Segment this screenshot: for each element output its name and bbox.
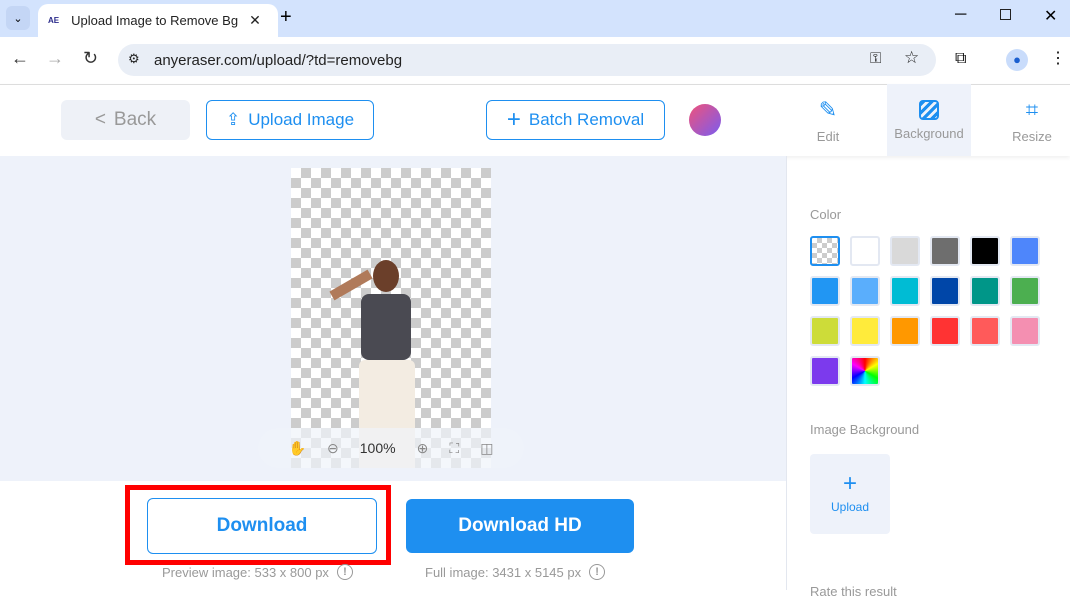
crop-icon: ⌗ bbox=[1025, 96, 1039, 122]
hand-icon[interactable]: ✋ bbox=[289, 440, 306, 457]
upload-background-button[interactable]: + Upload bbox=[810, 454, 890, 534]
menu-icon[interactable]: ⋮ bbox=[1050, 48, 1066, 68]
color-swatch[interactable] bbox=[970, 276, 1000, 306]
profile-icon[interactable]: ● bbox=[1006, 49, 1028, 71]
preview-note: Preview image: 533 x 800 px! bbox=[162, 564, 353, 580]
plus-icon: + bbox=[842, 470, 857, 497]
browser-tab[interactable]: AE Upload Image to Remove Bg ✕ bbox=[38, 4, 278, 37]
color-swatch[interactable] bbox=[1010, 236, 1040, 266]
color-swatch[interactable] bbox=[930, 236, 960, 266]
avatar[interactable] bbox=[689, 104, 721, 136]
tool-resize[interactable]: ⌗ Resize bbox=[990, 84, 1070, 156]
upload-bg-label: Upload bbox=[830, 500, 870, 514]
new-tab-button[interactable]: + bbox=[280, 6, 292, 29]
color-swatch[interactable] bbox=[850, 236, 880, 266]
color-swatch[interactable] bbox=[930, 276, 960, 306]
zoom-toolbar: ✋ ⊖ 100% ⊕ ⛶ ◫ bbox=[258, 428, 524, 468]
tool-edit[interactable]: ✎ Edit bbox=[786, 84, 870, 156]
back-button[interactable]: < Back bbox=[61, 100, 190, 140]
key-icon[interactable]: ⚿ bbox=[870, 50, 881, 67]
tab-bar: ⌄ AE Upload Image to Remove Bg ✕ + ─ ✕ bbox=[0, 0, 1070, 37]
color-swatch[interactable] bbox=[970, 236, 1000, 266]
color-swatch[interactable] bbox=[850, 316, 880, 346]
download-label: Download bbox=[216, 515, 308, 536]
tool-label: Background bbox=[894, 125, 964, 141]
close-icon[interactable]: ✕ bbox=[249, 12, 261, 29]
tool-background[interactable]: Background bbox=[887, 84, 971, 156]
star-icon[interactable]: ☆ bbox=[904, 48, 919, 68]
tool-label: Edit bbox=[816, 128, 840, 144]
site-settings-icon[interactable]: ⚙ bbox=[128, 51, 140, 67]
minimize-button[interactable]: ─ bbox=[955, 6, 966, 24]
color-swatch[interactable] bbox=[890, 316, 920, 346]
color-swatch[interactable] bbox=[930, 316, 960, 346]
tab-title: Upload Image to Remove Bg bbox=[71, 13, 239, 28]
url-text: anyeraser.com/upload/?td=removebg bbox=[154, 51, 403, 69]
zoom-in-icon[interactable]: ⊕ bbox=[417, 440, 429, 457]
compare-icon[interactable]: ◫ bbox=[480, 440, 493, 457]
tab-list-button[interactable]: ⌄ bbox=[6, 6, 30, 30]
preview-size: Preview image: 533 x 800 px bbox=[162, 564, 329, 580]
fit-screen-icon[interactable]: ⛶ bbox=[449, 440, 459, 457]
info-icon[interactable]: ! bbox=[336, 564, 353, 580]
favicon: AE bbox=[48, 16, 60, 25]
color-title: Color bbox=[810, 207, 842, 222]
forward-nav-icon[interactable]: → bbox=[46, 48, 64, 69]
maximize-button[interactable] bbox=[1000, 9, 1011, 20]
color-swatch[interactable] bbox=[850, 276, 880, 306]
batch-label: Batch Removal bbox=[528, 110, 645, 129]
edit-icon: ✎ bbox=[818, 96, 838, 122]
image-background-title: Image Background bbox=[810, 422, 920, 437]
download-button[interactable]: Download bbox=[147, 498, 377, 554]
zoom-out-icon[interactable]: ⊖ bbox=[327, 440, 339, 457]
download-hd-button[interactable]: Download HD bbox=[406, 499, 634, 553]
upload-icon: ⇪ bbox=[225, 110, 241, 129]
color-swatch[interactable] bbox=[810, 236, 840, 266]
plus-icon: + bbox=[506, 106, 521, 133]
color-swatch[interactable] bbox=[850, 356, 880, 386]
tool-label: Resize bbox=[1012, 128, 1052, 144]
address-bar[interactable]: ⚙ anyeraser.com/upload/?td=removebg ⚿ ☆ bbox=[118, 44, 936, 76]
upload-label: Upload Image bbox=[248, 110, 355, 129]
download-hd-label: Download HD bbox=[458, 515, 582, 536]
color-swatch[interactable] bbox=[1010, 316, 1040, 346]
zoom-level: 100% bbox=[359, 440, 396, 456]
color-swatch[interactable] bbox=[890, 236, 920, 266]
rate-title: Rate this result bbox=[810, 584, 897, 599]
chevron-left-icon: < bbox=[94, 109, 106, 130]
color-swatch[interactable] bbox=[1010, 276, 1040, 306]
color-swatch[interactable] bbox=[810, 316, 840, 346]
extensions-icon[interactable]: ⧉ bbox=[955, 50, 966, 68]
batch-removal-button[interactable]: + Batch Removal bbox=[486, 100, 665, 140]
full-size: Full image: 3431 x 5145 px bbox=[425, 564, 582, 580]
color-swatch[interactable] bbox=[810, 356, 840, 386]
upload-image-button[interactable]: ⇪ Upload Image bbox=[206, 100, 374, 140]
result-image bbox=[291, 168, 491, 468]
reload-icon[interactable]: ↻ bbox=[83, 48, 98, 69]
info-icon[interactable]: ! bbox=[589, 564, 606, 580]
background-icon bbox=[919, 99, 939, 120]
full-note: Full image: 3431 x 5145 px! bbox=[425, 564, 606, 580]
color-swatch[interactable] bbox=[890, 276, 920, 306]
back-nav-icon[interactable]: ← bbox=[11, 48, 29, 69]
color-swatch[interactable] bbox=[970, 316, 1000, 346]
close-window-button[interactable]: ✕ bbox=[1044, 6, 1057, 26]
back-label: Back bbox=[113, 109, 157, 130]
color-swatch[interactable] bbox=[810, 276, 840, 306]
